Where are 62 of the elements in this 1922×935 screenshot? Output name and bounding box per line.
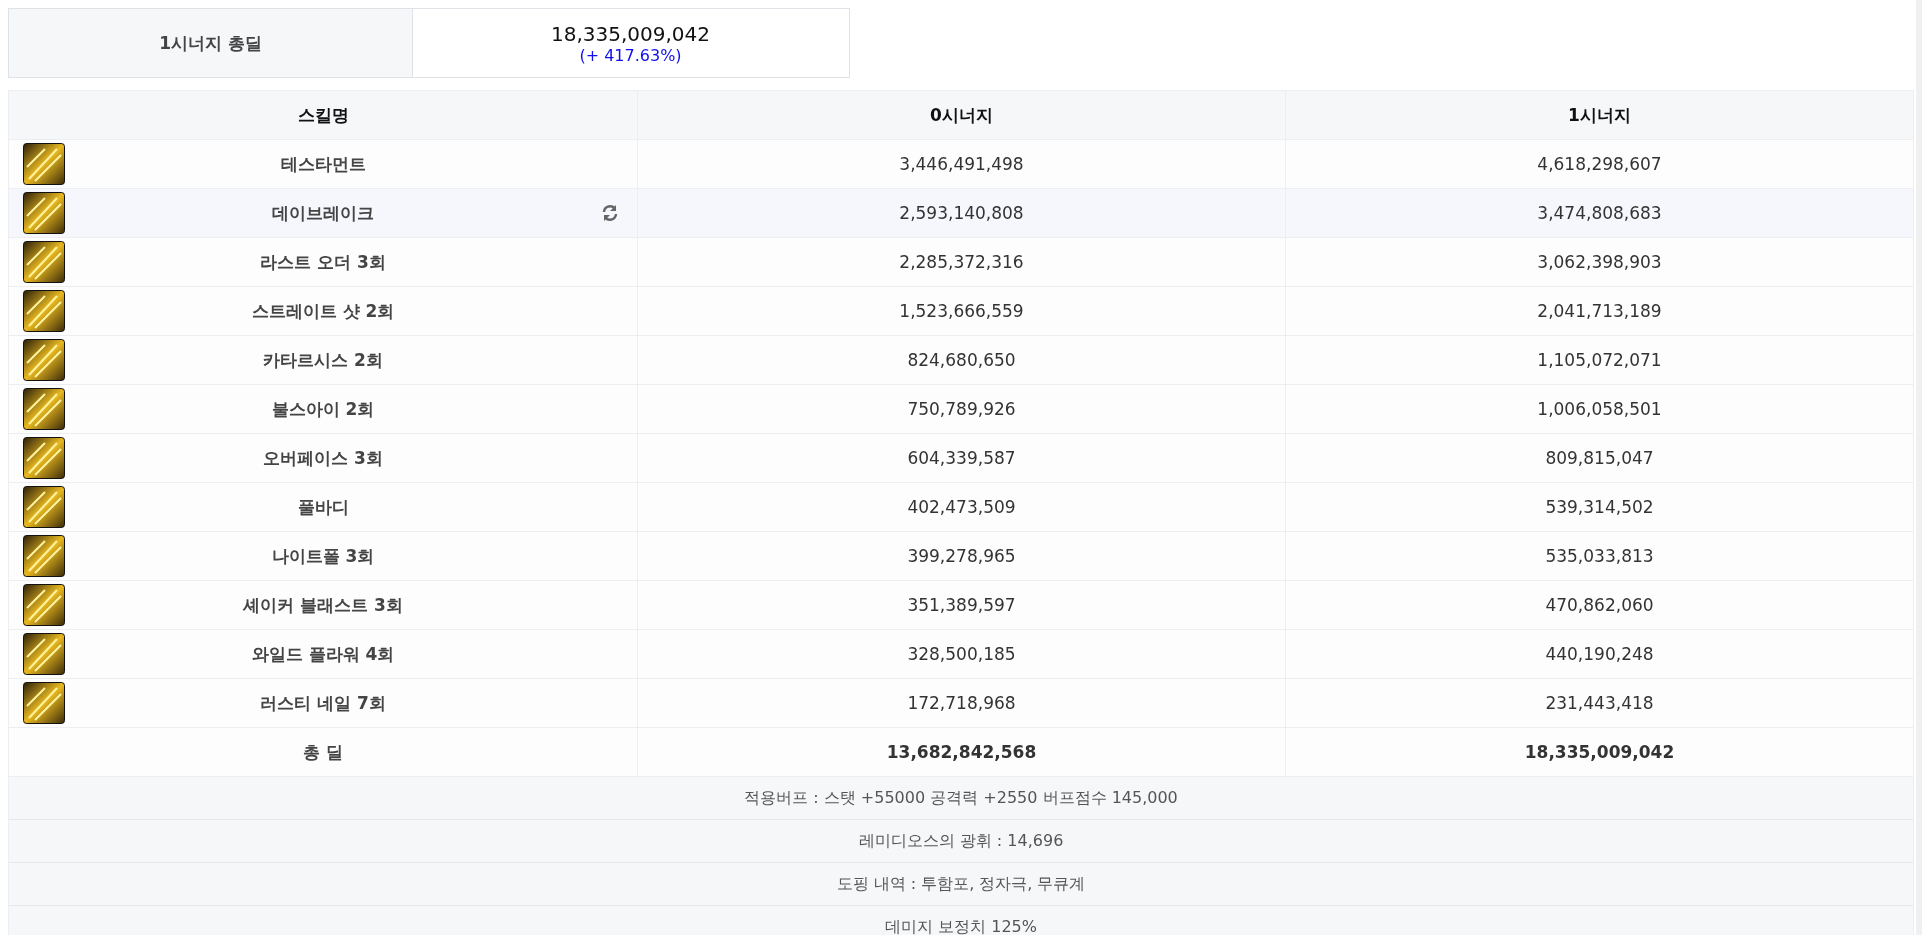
table-cell: 535,033,813 <box>1545 546 1654 566</box>
table-cell: 399,278,965 <box>907 546 1016 566</box>
total-value: 13,682,842,568 <box>886 742 1037 762</box>
skill-icon <box>23 535 65 577</box>
skill-name: 불스아이 2회 <box>271 397 375 421</box>
skill-name: 와일드 플라워 4회 <box>251 642 395 666</box>
column-header: 0시너지 <box>638 91 1286 139</box>
summary-label: 1시너지 총딜 <box>9 9 413 77</box>
table-cell: 440,190,248 <box>1545 644 1654 664</box>
skill-icon <box>23 486 65 528</box>
column-header: 1시너지 <box>1567 103 1632 127</box>
table-cell: 1,006,058,501 <box>1537 399 1662 419</box>
skill-name: 셰이커 블래스트 3회 <box>243 593 403 617</box>
skill-icon <box>23 388 65 430</box>
table-cell: 2,593,140,808 <box>899 203 1024 223</box>
table-cell: 2,041,713,189 <box>1537 301 1662 321</box>
total-value: 18,335,009,042 <box>1524 742 1675 762</box>
skill-name: 나이트폴 3회 <box>271 544 375 568</box>
summary-value: 18,335,009,042 <box>550 21 710 46</box>
skill-icon <box>23 437 65 479</box>
skill-name: 카타르시스 2회 <box>263 348 383 372</box>
table-cell: 328,500,185 <box>907 644 1016 664</box>
skill-name: 오버페이스 3회 <box>263 446 383 470</box>
table-cell: 402,473,509 <box>907 497 1016 517</box>
note-text: 도핑 내역 : 투함포, 정자극, 무큐계 <box>836 873 1086 895</box>
skill-name: 테스타먼트 <box>280 152 366 176</box>
skill-name: 데이브레이크 <box>272 201 374 225</box>
table-cell: 750,789,926 <box>907 399 1016 419</box>
skill-icon <box>23 143 65 185</box>
note-text: 데미지 보정치 125% <box>885 916 1037 935</box>
table-cell: 539,314,502 <box>1545 497 1654 517</box>
table-cell: 351,389,597 <box>907 595 1016 615</box>
skill-name: 라스트 오더 3회 <box>260 250 386 274</box>
skill-icon <box>23 682 65 724</box>
table-cell: 4,618,298,607 <box>1537 154 1662 174</box>
note-text: 적용버프 : 스탯 +55000 공격력 +2550 버프점수 145,000 <box>744 787 1178 809</box>
column-header: 스킬명 <box>9 91 638 139</box>
note-text: 레미디오스의 광휘 : 14,696 <box>858 830 1064 852</box>
skill-icon <box>23 290 65 332</box>
table-cell: 3,474,808,683 <box>1537 203 1662 223</box>
table-cell: 1,105,072,071 <box>1537 350 1662 370</box>
table-cell: 1,523,666,559 <box>899 301 1024 321</box>
skill-name: 스트레이트 샷 2회 <box>251 299 395 323</box>
skill-icon <box>23 584 65 626</box>
skill-icon <box>23 192 65 234</box>
table-cell: 172,718,968 <box>907 693 1016 713</box>
skill-name: 풀바디 <box>297 495 349 519</box>
skill-icon <box>23 339 65 381</box>
summary-change: (+ 417.63%) <box>579 45 682 65</box>
table-cell: 2,285,372,316 <box>899 252 1024 272</box>
refresh-icon[interactable] <box>601 204 619 222</box>
skill-icon <box>23 633 65 675</box>
table-cell: 809,815,047 <box>1545 448 1654 468</box>
table-cell: 470,862,060 <box>1545 595 1654 615</box>
table-cell: 231,443,418 <box>1545 693 1654 713</box>
table-cell: 824,680,650 <box>907 350 1016 370</box>
skill-icon <box>23 241 65 283</box>
table-cell: 3,062,398,903 <box>1537 252 1662 272</box>
table-cell: 3,446,491,498 <box>899 154 1024 174</box>
total-label: 총 딜 <box>303 740 343 764</box>
skill-name: 러스티 네일 7회 <box>260 691 386 715</box>
table-cell: 604,339,587 <box>907 448 1016 468</box>
